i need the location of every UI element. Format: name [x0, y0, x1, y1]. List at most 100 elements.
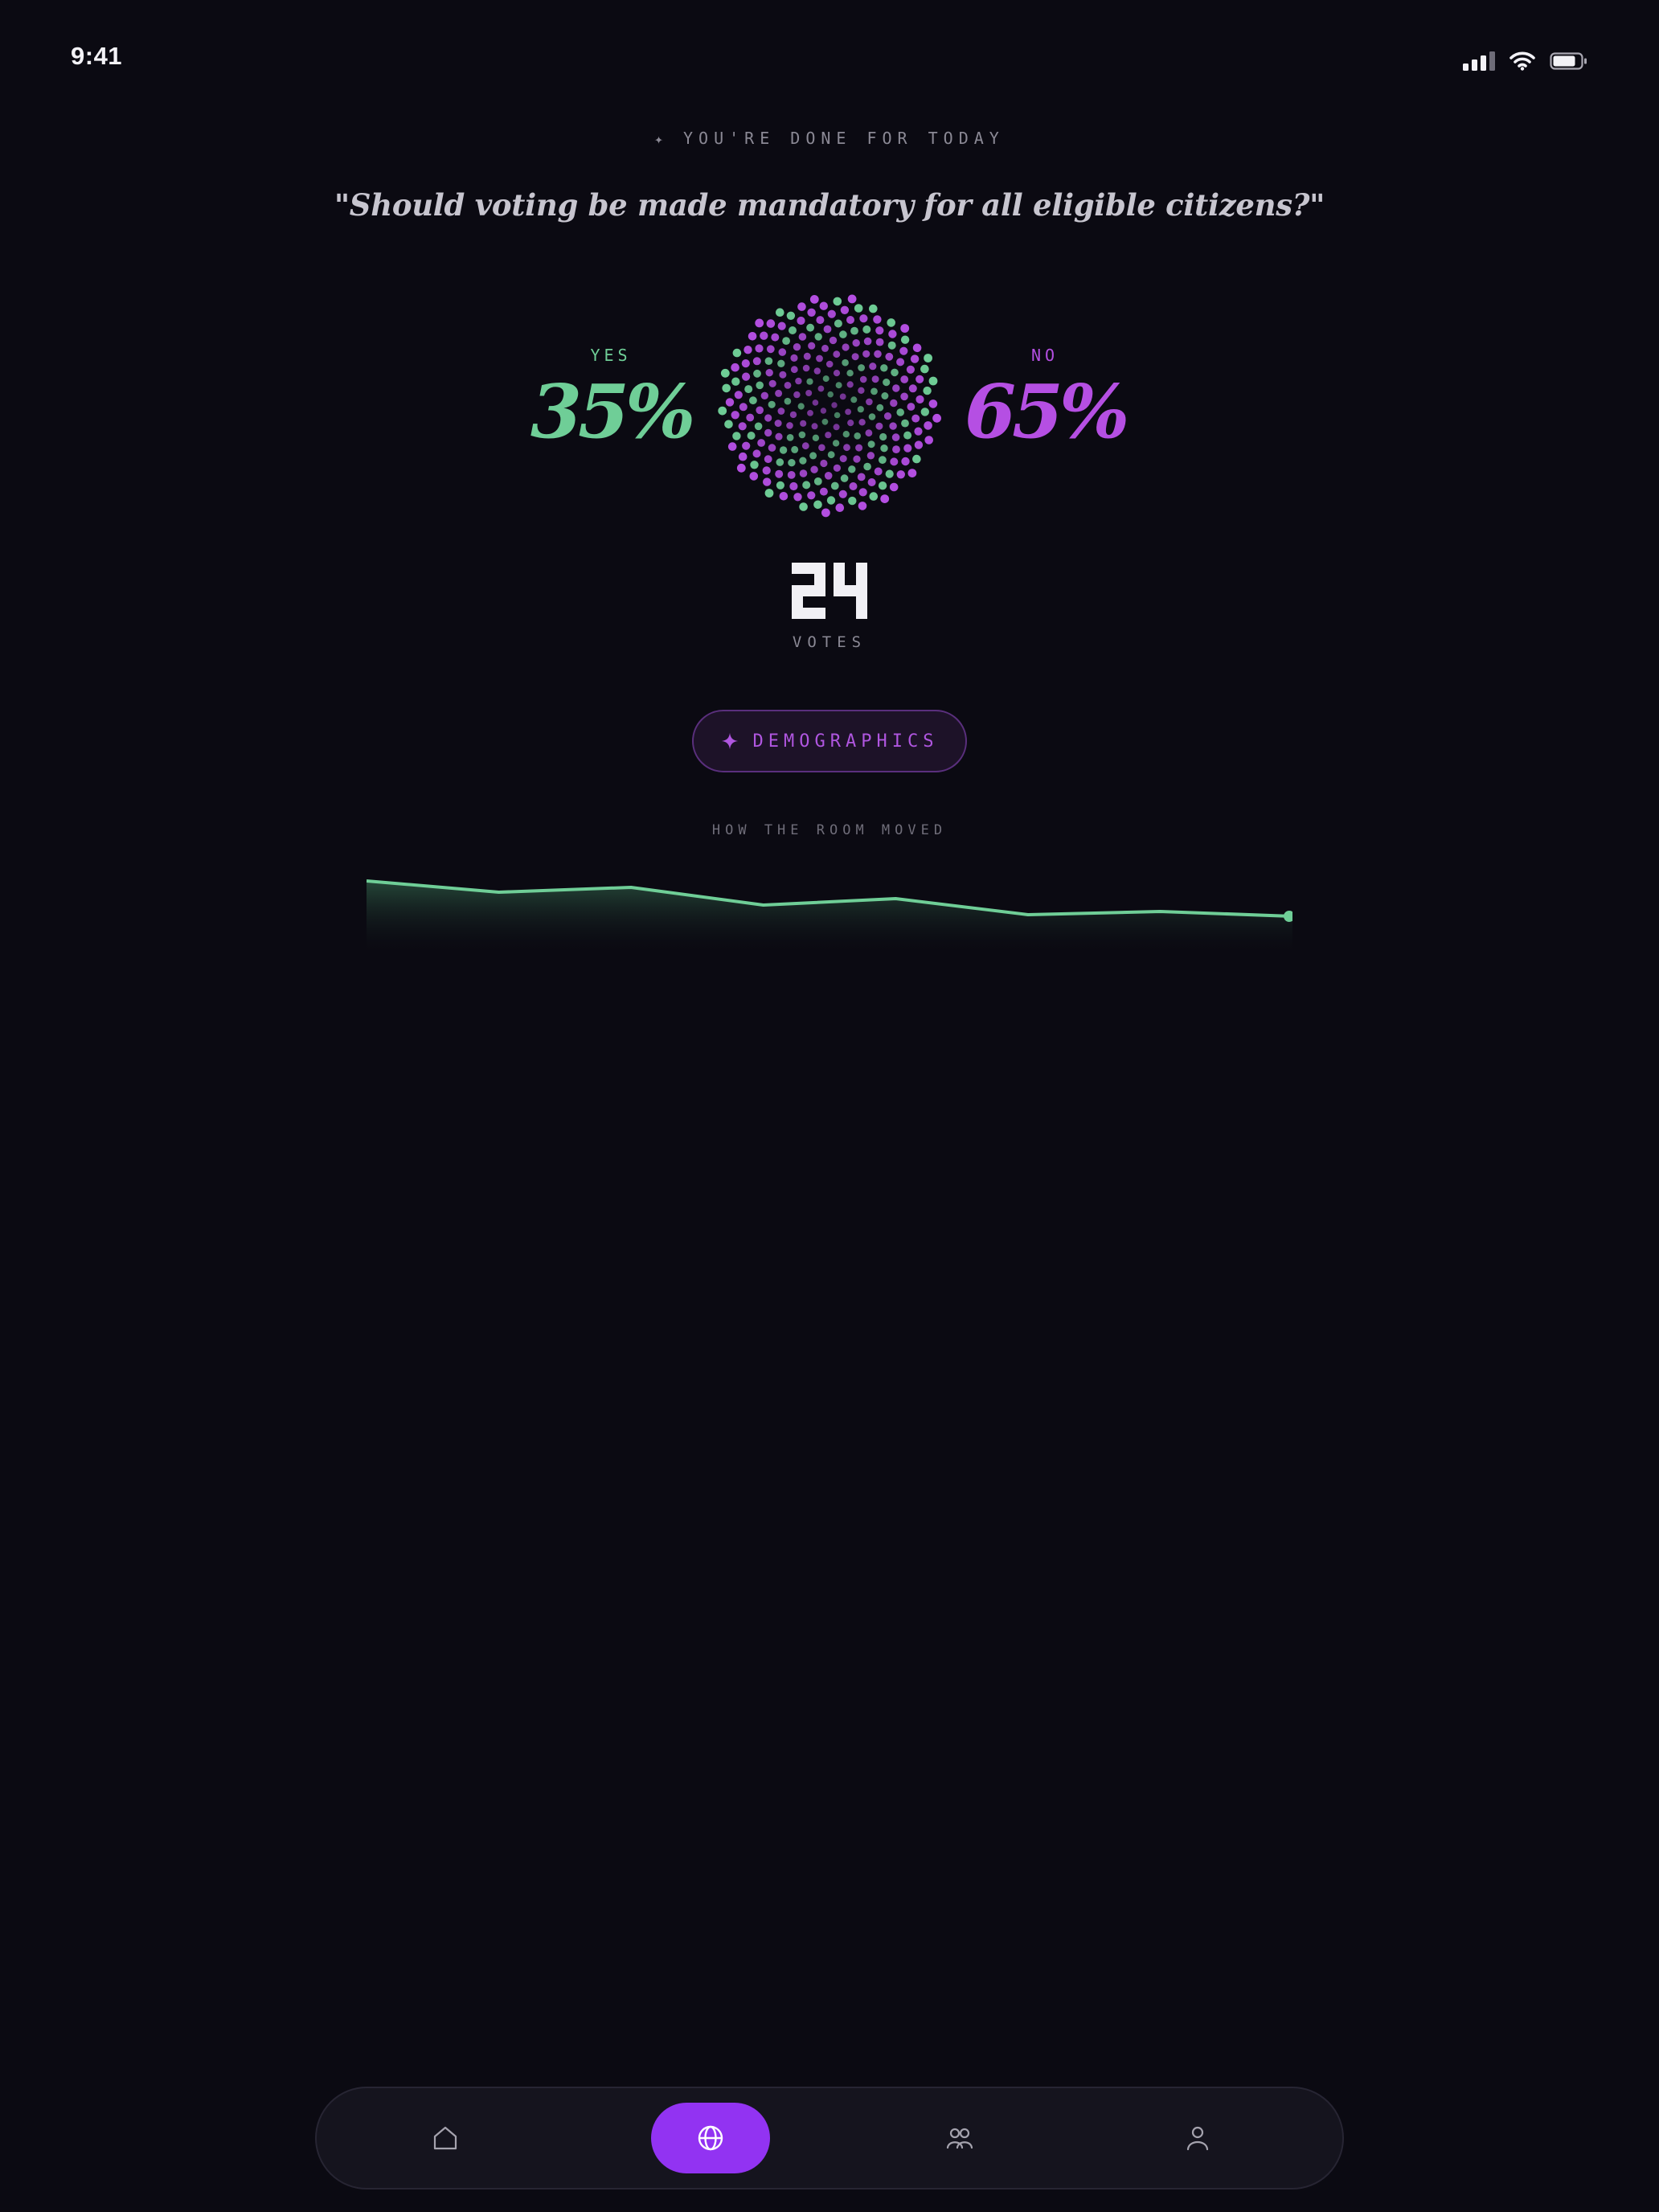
yes-vote-dot	[903, 431, 912, 440]
yes-vote-dot	[868, 413, 876, 420]
yes-vote-dot	[924, 354, 932, 363]
no-vote-dot	[863, 337, 872, 346]
no-vote-dot	[790, 354, 798, 362]
no-vote-dot	[823, 325, 832, 334]
no-vote-dot	[763, 477, 772, 486]
room-trend-chart	[367, 879, 1292, 956]
tab-bar	[315, 2087, 1344, 2189]
no-vote-dot	[764, 428, 772, 437]
yes-vote-dot	[833, 297, 842, 306]
yes-vote-dot	[880, 364, 888, 372]
no-vote-dot	[846, 316, 854, 324]
no-vote-dot	[736, 463, 746, 473]
no-vote-dot	[795, 377, 802, 385]
no-vote-dot	[900, 392, 908, 401]
vote-dot-sphere	[718, 294, 941, 518]
no-vote-dot	[900, 375, 909, 383]
no-vote-dot	[858, 502, 867, 510]
yes-vote-dot	[896, 408, 904, 416]
no-vote-dot	[787, 471, 796, 479]
yes-vote-dot	[830, 481, 839, 490]
yes-vote-dot	[920, 408, 929, 416]
room-trend-title: HOW THE ROOM MOVED	[711, 822, 948, 838]
no-vote-dot	[752, 357, 761, 366]
yes-vote-dot	[786, 311, 796, 320]
no-vote-dot	[820, 459, 828, 468]
no-vote-dot	[807, 308, 816, 317]
no-vote-dot	[790, 366, 798, 374]
no-vote-dot	[764, 414, 772, 422]
no-vote-dot	[748, 332, 757, 341]
no-vote-dot	[910, 354, 920, 363]
yes-vote-dot	[920, 364, 929, 374]
no-vote-dot	[777, 322, 786, 330]
demographics-label: DEMOGRAPHICS	[752, 731, 939, 752]
no-vote-dot	[800, 420, 807, 427]
yes-vote-dot	[779, 446, 788, 454]
yes-vote-dot	[797, 403, 805, 410]
no-vote-dot	[858, 419, 866, 426]
yes-vote-dot	[756, 381, 764, 390]
signal-icon	[1463, 51, 1495, 71]
tab-groups[interactable]	[911, 2103, 1008, 2173]
yes-vote-dot	[791, 445, 799, 453]
no-vote-dot	[907, 469, 917, 477]
no-vote-dot	[789, 481, 798, 491]
yes-vote-dot	[784, 397, 792, 405]
no-vote-dot	[827, 309, 836, 318]
no-vote-dot	[846, 381, 854, 388]
no-vote-dot	[888, 330, 897, 338]
no-vote-dot	[768, 379, 776, 387]
no-vote-dot	[833, 424, 840, 431]
no-vote-dot	[825, 432, 832, 439]
tab-profile[interactable]	[1149, 2103, 1246, 2173]
yes-vote-dot	[834, 319, 842, 328]
no-vote-dot	[798, 333, 807, 341]
poll-question: "Should voting be made mandatory for all…	[334, 187, 1325, 223]
no-vote-dot	[793, 343, 801, 351]
no-vote-dot	[871, 375, 879, 383]
tab-home[interactable]	[397, 2103, 494, 2173]
yes-vote-dot	[870, 387, 878, 395]
no-vote-dot	[816, 316, 825, 325]
sparkle-icon: ✦	[654, 131, 669, 148]
yes-vote-dot	[876, 403, 884, 412]
yes-vote-dot	[768, 400, 776, 408]
no-vote-dot	[840, 305, 850, 314]
yes-vote-dot	[776, 308, 784, 317]
no-vote-dot	[738, 422, 747, 431]
yes-vote-dot	[732, 348, 742, 358]
no-vote-dot	[874, 350, 882, 358]
no-vote-dot	[857, 473, 866, 481]
no-vote-dot	[731, 363, 739, 372]
yes-vote-dot	[754, 422, 763, 431]
no-vote-dot	[824, 472, 833, 480]
yes-vote-dot	[883, 379, 891, 387]
no-vote-dot	[778, 348, 787, 356]
no-vote-dot	[808, 342, 816, 350]
no-vote-dot	[765, 369, 773, 377]
demographics-button[interactable]: DEMOGRAPHICS	[692, 710, 967, 772]
no-vote-dot	[916, 395, 924, 403]
yes-vote-dot	[809, 452, 817, 460]
no-label: NO	[1030, 346, 1059, 365]
wifi-icon	[1509, 51, 1535, 71]
no-vote-dot	[932, 413, 941, 423]
no-vote-dot	[775, 432, 783, 440]
no-vote-dot	[873, 315, 882, 324]
yes-vote-dot	[827, 391, 834, 398]
yes-vote-dot	[928, 376, 938, 386]
no-vote-dot	[799, 469, 808, 477]
no-vote-dot	[911, 414, 920, 423]
no-vote-dot	[801, 442, 809, 450]
no-vote-dot	[820, 408, 827, 414]
no-vote-dot	[859, 375, 867, 383]
tab-globe[interactable]	[651, 2103, 770, 2173]
yes-label: YES	[590, 346, 632, 365]
no-vote-dot	[852, 339, 860, 347]
no-vote-dot	[749, 472, 759, 481]
no-vote-dot	[805, 390, 813, 396]
no-vote-dot	[859, 314, 868, 323]
yes-vote-dot	[788, 459, 796, 467]
no-vote-dot	[858, 387, 865, 394]
